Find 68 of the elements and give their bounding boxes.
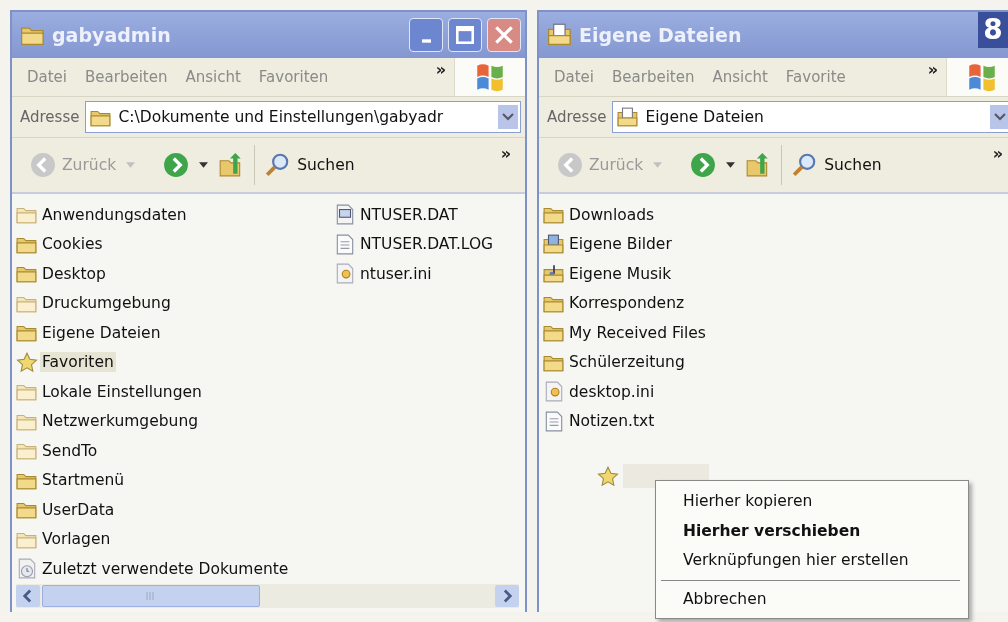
close-button[interactable] (487, 18, 521, 52)
settings-file-icon (543, 381, 565, 403)
pictures-folder-icon (543, 233, 565, 255)
file-item[interactable]: desktop.ini (567, 381, 657, 402)
maximize-icon (456, 26, 474, 44)
file-item[interactable]: Druckumgebung (40, 293, 173, 314)
grip-icon (146, 592, 156, 600)
file-item[interactable]: Downloads (567, 204, 657, 225)
file-item[interactable]: UserData (40, 499, 117, 520)
file-item[interactable]: Desktop (40, 263, 108, 284)
file-item[interactable]: Korrespondenz (567, 293, 687, 314)
dropdown-icon[interactable] (498, 104, 518, 130)
context-menu-item[interactable]: Hierher verschieben (656, 516, 968, 546)
system-file-icon (334, 204, 356, 226)
dropdown-arrow-icon[interactable] (199, 162, 209, 168)
scroll-right-icon[interactable] (495, 585, 519, 607)
more-menus-button[interactable]: » (927, 60, 938, 79)
file-item[interactable]: Vorlagen (40, 529, 113, 550)
file-item[interactable]: Eigene Musik (567, 263, 674, 284)
file-item[interactable]: Eigene Dateien (40, 322, 163, 343)
settings-file-icon (334, 263, 356, 285)
file-item[interactable]: Schülerzeitung (567, 352, 687, 373)
file-item[interactable]: Notizen.txt (567, 411, 657, 432)
context-menu-item[interactable]: Abbrechen (656, 584, 968, 614)
search-button[interactable]: Suchen (265, 152, 355, 178)
file-item[interactable]: Eigene Bilder (567, 234, 674, 255)
file-item[interactable]: Lokale Einstellungen (40, 381, 204, 402)
close-icon (495, 26, 513, 44)
dropdown-icon[interactable] (990, 104, 1008, 130)
scroll-left-icon[interactable] (16, 585, 40, 607)
dropdown-arrow-icon[interactable] (726, 162, 736, 168)
address-label: Adresse (20, 108, 80, 126)
file-item[interactable]: SendTo (40, 440, 100, 461)
star-icon (597, 465, 619, 487)
window-title: Eigene Dateien (579, 24, 742, 46)
file-item[interactable]: NTUSER.DAT.LOG (358, 234, 496, 255)
file-item[interactable]: Zuletzt verwendete Dokumente (40, 558, 291, 579)
file-item[interactable]: Cookies (40, 234, 105, 255)
minimize-button[interactable] (409, 18, 443, 52)
file-item[interactable]: Anwendungsdaten (40, 204, 189, 225)
text-file-icon (543, 410, 565, 432)
file-item[interactable]: Netzwerkumgebung (40, 411, 201, 432)
search-button[interactable]: Suchen (792, 152, 882, 178)
context-menu-item[interactable]: Verknüpfungen hier erstellen (656, 546, 968, 576)
scroll-thumb[interactable] (42, 585, 260, 607)
step-number-badge: 8 (978, 12, 1008, 48)
text-file-icon (334, 233, 356, 255)
address-label: Adresse (547, 108, 607, 126)
minimize-icon (421, 39, 431, 43)
file-item[interactable]: My Received Files (567, 322, 708, 343)
file-item[interactable]: ntuser.ini (358, 263, 434, 284)
more-tools-button[interactable]: » (992, 144, 1003, 163)
star-icon (16, 351, 38, 373)
horizontal-scrollbar[interactable] (16, 584, 519, 608)
file-item[interactable]: Favoriten (40, 352, 116, 373)
file-item[interactable]: Startmenü (40, 470, 127, 491)
clock-document-icon (16, 558, 38, 580)
music-folder-icon (543, 263, 565, 285)
address-field[interactable]: Eigene Dateien (612, 101, 1008, 133)
maximize-button[interactable] (448, 18, 482, 52)
more-menus-button[interactable]: » (435, 60, 446, 79)
documents-folder-icon (617, 106, 640, 128)
context-menu-item[interactable]: Hierher kopieren (656, 487, 968, 517)
more-tools-button[interactable]: » (500, 144, 511, 163)
documents-folder-icon (547, 23, 573, 47)
address-field[interactable]: C:\Dokumente und Einstellungen\gabyadr (85, 101, 521, 133)
window-title: gabyadmin (52, 24, 171, 46)
file-item[interactable]: NTUSER.DAT (358, 204, 460, 225)
